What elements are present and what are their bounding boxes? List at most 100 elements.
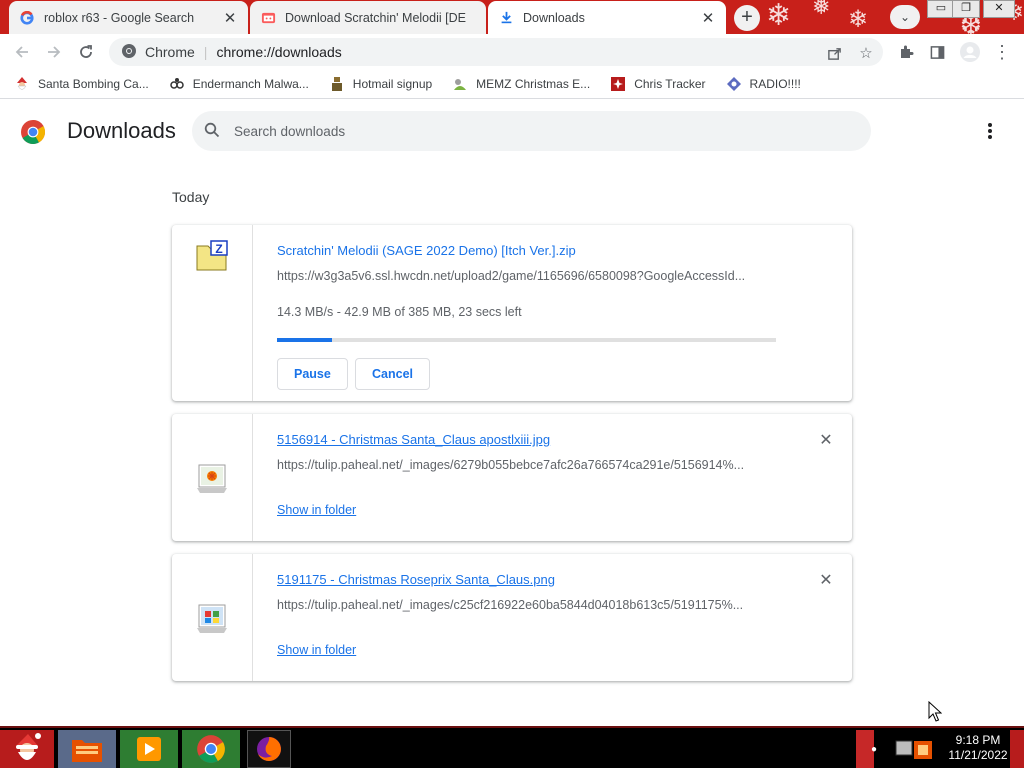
santa-icon bbox=[14, 76, 30, 92]
svg-text:Z: Z bbox=[215, 242, 222, 256]
show-in-folder-link[interactable]: Show in folder bbox=[277, 643, 356, 657]
bookmark-item[interactable]: MEMZ Christmas E... bbox=[452, 76, 590, 92]
separator: | bbox=[203, 44, 208, 60]
bookmark-label: Endermanch Malwa... bbox=[192, 77, 309, 91]
bookmark-label: RADIO!!!! bbox=[749, 77, 801, 91]
download-progress-fill bbox=[277, 338, 333, 342]
tab-close-icon[interactable]: ✕ bbox=[700, 9, 716, 27]
clock-time: 9:18 PM bbox=[955, 733, 1001, 747]
close-window-button[interactable]: ✕ bbox=[983, 0, 1015, 18]
cancel-button[interactable]: Cancel bbox=[355, 358, 430, 390]
download-filename[interactable]: 5191175 - Christmas Roseprix Santa_Claus… bbox=[277, 572, 555, 587]
tracker-icon bbox=[610, 76, 626, 92]
download-status: 14.3 MB/s - 42.9 MB of 385 MB, 23 secs l… bbox=[277, 305, 522, 319]
remove-from-list-icon[interactable]: ✕ bbox=[818, 573, 834, 589]
download-url: https://w3g3a5v6.ssl.hwcdn.net/upload2/g… bbox=[277, 269, 746, 283]
snowflake-decoration: ❅ bbox=[812, 0, 831, 19]
snowflake-decoration: ❄ bbox=[848, 6, 869, 33]
tray-dot-icon: ● bbox=[870, 743, 878, 755]
download-progress-bar bbox=[277, 338, 776, 342]
download-card-completed: 5156914 - Christmas Santa_Claus apostlxi… bbox=[172, 414, 852, 541]
taskbar: ● 9:18 PM 11/21/2022 bbox=[0, 726, 1024, 768]
download-url: https://tulip.paheal.net/_images/c25cf21… bbox=[277, 598, 744, 612]
image-file-icon bbox=[197, 604, 227, 633]
more-actions-icon[interactable] bbox=[980, 120, 1000, 142]
mouse-cursor-icon bbox=[928, 701, 942, 722]
section-date-label: Today bbox=[172, 189, 210, 205]
bookmark-item[interactable]: Hotmail signup bbox=[329, 76, 432, 92]
back-button[interactable] bbox=[11, 41, 33, 63]
tab-strip: ❄ ❅ ❄ ❆ ❄ roblox r63 - Google Search ✕ D… bbox=[0, 0, 1024, 34]
pause-button[interactable]: Pause bbox=[277, 358, 348, 390]
remove-from-list-icon[interactable]: ✕ bbox=[818, 433, 834, 449]
profile-avatar-icon[interactable] bbox=[959, 41, 981, 63]
memz-icon bbox=[452, 76, 468, 92]
tab-close-icon[interactable]: ✕ bbox=[222, 9, 238, 27]
system-clock[interactable]: 9:18 PM 11/21/2022 bbox=[946, 733, 1010, 763]
downloads-header: Downloads bbox=[0, 100, 1024, 162]
show-in-folder-link[interactable]: Show in folder bbox=[277, 503, 356, 517]
tray-network-icon[interactable] bbox=[892, 730, 940, 768]
minimize-button[interactable]: ▭ bbox=[927, 0, 955, 18]
file-icon-area bbox=[172, 414, 253, 541]
file-icon-area: Z bbox=[172, 225, 253, 401]
person-icon bbox=[329, 76, 345, 92]
download-card-in-progress: Z Scratchin' Melodii (SAGE 2022 Demo) [I… bbox=[172, 225, 852, 401]
itch-favicon-icon bbox=[260, 10, 276, 26]
tab-search-button[interactable]: ⌄ bbox=[890, 5, 920, 29]
bookmark-item[interactable]: Santa Bombing Ca... bbox=[14, 76, 149, 92]
tab-downloads[interactable]: Downloads ✕ bbox=[488, 1, 726, 34]
extensions-icon[interactable] bbox=[895, 41, 917, 63]
bookmark-label: Hotmail signup bbox=[352, 77, 433, 91]
bookmark-item[interactable]: RADIO!!!! bbox=[726, 76, 801, 92]
bookmark-label: MEMZ Christmas E... bbox=[476, 77, 591, 91]
glasses-icon bbox=[169, 76, 185, 92]
bookmark-item[interactable]: Endermanch Malwa... bbox=[169, 76, 309, 92]
toolbar: Chrome | chrome://downloads ☆ ⋮ bbox=[0, 34, 1024, 70]
bookmarks-bar: Santa Bombing Ca... Endermanch Malwa... … bbox=[0, 70, 1024, 99]
share-icon[interactable] bbox=[825, 44, 843, 62]
tab-itch-download[interactable]: Download Scratchin' Melodii [DE bbox=[250, 1, 486, 34]
tab-title: Download Scratchin' Melodii [DE bbox=[285, 10, 466, 25]
media-player-icon[interactable] bbox=[120, 730, 178, 768]
download-card-completed: 5191175 - Christmas Roseprix Santa_Claus… bbox=[172, 554, 852, 681]
forward-button[interactable] bbox=[43, 41, 65, 63]
search-icon bbox=[204, 122, 220, 141]
bookmark-item[interactable]: Chris Tracker bbox=[610, 76, 706, 92]
zip-file-icon: Z bbox=[196, 240, 228, 271]
chrome-logo-icon bbox=[21, 120, 46, 145]
start-santa-icon[interactable] bbox=[0, 730, 54, 768]
firefox-icon[interactable] bbox=[247, 730, 291, 768]
tab-title: roblox r63 - Google Search bbox=[44, 10, 195, 25]
file-icon-area bbox=[172, 554, 253, 681]
reload-button[interactable] bbox=[75, 41, 97, 63]
show-desktop-button[interactable] bbox=[1010, 730, 1024, 768]
search-input[interactable] bbox=[234, 123, 834, 139]
file-manager-icon[interactable] bbox=[58, 730, 116, 768]
address-bar[interactable]: Chrome | chrome://downloads ☆ bbox=[109, 38, 883, 66]
restore-button[interactable]: ❐ bbox=[952, 0, 980, 18]
bookmark-label: Santa Bombing Ca... bbox=[38, 77, 149, 91]
chrome-icon[interactable] bbox=[182, 730, 240, 768]
tab-title: Downloads bbox=[523, 10, 585, 25]
radio-icon bbox=[726, 76, 742, 92]
search-downloads-bar[interactable] bbox=[192, 111, 871, 151]
browser-menu-icon[interactable]: ⋮ bbox=[991, 41, 1013, 63]
chrome-page-icon bbox=[121, 43, 137, 62]
image-file-icon bbox=[197, 464, 227, 493]
download-url: https://tulip.paheal.net/_images/6279b05… bbox=[277, 458, 745, 472]
new-tab-button[interactable]: + bbox=[734, 5, 760, 31]
google-favicon-icon bbox=[19, 10, 35, 26]
snowflake-decoration: ❄ bbox=[766, 0, 792, 32]
bookmark-star-icon[interactable]: ☆ bbox=[857, 44, 875, 62]
clock-date: 11/21/2022 bbox=[948, 748, 1008, 762]
bookmark-label: Chris Tracker bbox=[634, 77, 706, 91]
download-filename[interactable]: Scratchin' Melodii (SAGE 2022 Demo) [Itc… bbox=[277, 243, 576, 258]
download-filename[interactable]: 5156914 - Christmas Santa_Claus apostlxi… bbox=[277, 432, 550, 447]
tab-google-search[interactable]: roblox r63 - Google Search ✕ bbox=[9, 1, 248, 34]
page-title: Downloads bbox=[67, 118, 176, 143]
download-favicon-icon bbox=[498, 10, 514, 26]
site-label: Chrome bbox=[145, 44, 195, 60]
url-text: chrome://downloads bbox=[216, 44, 342, 60]
side-panel-icon[interactable] bbox=[926, 41, 948, 63]
